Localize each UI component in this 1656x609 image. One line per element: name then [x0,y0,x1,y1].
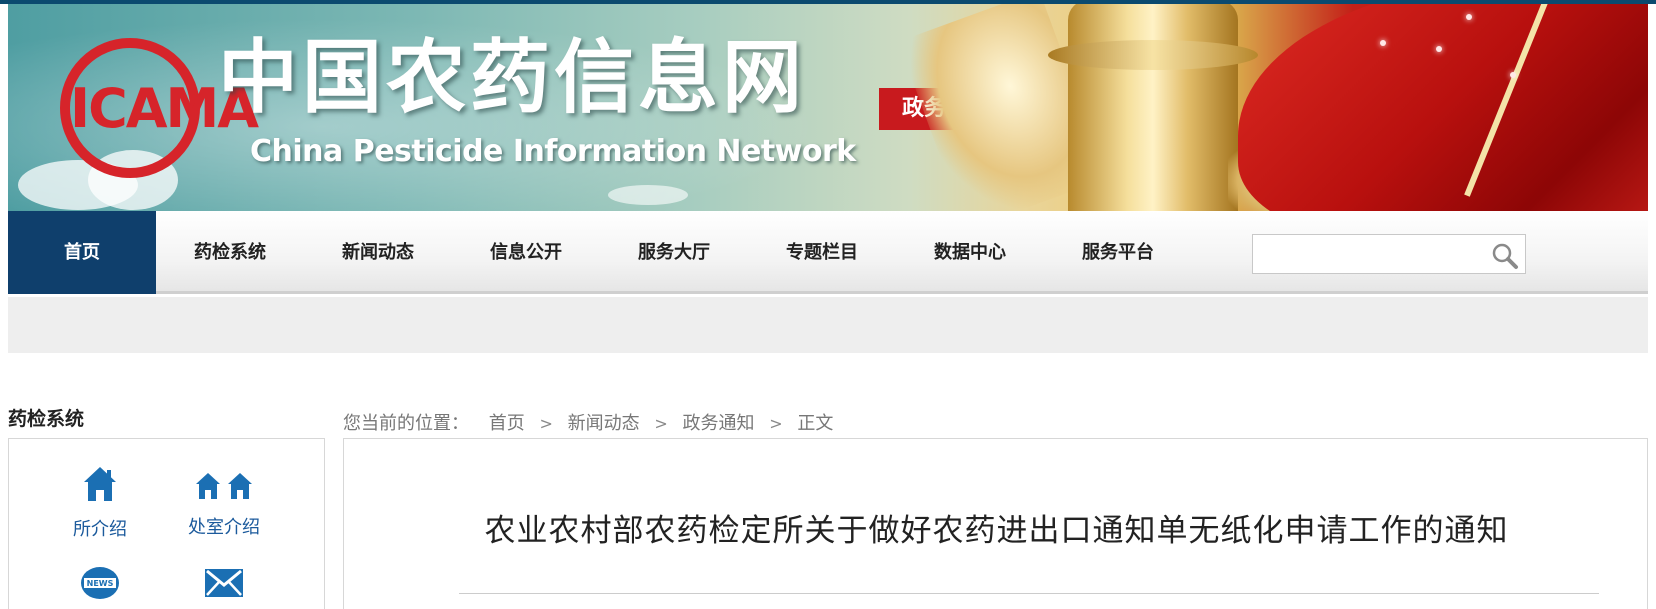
sparkle-decoration [1466,14,1472,20]
huabiao-pillar [1068,0,1238,211]
nav-item-service-hall[interactable]: 服务大厅 [600,211,748,294]
breadcrumb-item-home[interactable]: 首页 [489,413,525,434]
breadcrumb: 您当前的位置： 首页 > 新闻动态 > 政务通知 > 正文 [343,409,833,435]
breadcrumb-separator: > [654,414,668,433]
breadcrumb-item-news[interactable]: 新闻动态 [568,413,640,434]
breadcrumb-separator: > [539,414,553,433]
breadcrumb-item-current: 正文 [797,413,834,434]
banner-top-line [0,0,1656,4]
sidebar-link-label: 处室介绍 [188,517,260,538]
article-title-divider [459,593,1599,594]
sparkle-decoration [1436,46,1442,52]
huabiao-pillar-cap [1048,40,1258,70]
sparkle-decoration [1510,72,1516,78]
search-input[interactable] [1257,239,1477,269]
nav-item-pesticide-system[interactable]: 药检系统 [156,211,304,294]
dove-decoration [608,185,688,205]
nav-item-special-topics[interactable]: 专题栏目 [748,211,896,294]
sidebar-link-news[interactable]: NEWS [45,565,155,605]
nav-item-info-disclosure[interactable]: 信息公开 [452,211,600,294]
breadcrumb-lead: 您当前的位置： [343,413,469,434]
search-box [1252,234,1526,274]
sidebar-link-department-intro[interactable]: 处室介绍 [169,471,279,539]
nav-item-data-center[interactable]: 数据中心 [896,211,1044,294]
sparkle-decoration [1380,40,1386,46]
search-icon[interactable] [1491,242,1519,270]
article-title: 农业农村部农药检定所关于做好农药进出口通知单无纸化申请工作的通知 [484,513,1509,549]
icama-logo: ICAMA [70,77,259,140]
site-banner: ICAMA 中国农药信息网 China Pesticide Informatio… [8,0,1648,211]
envelope-icon [169,567,279,603]
breadcrumb-item-gov-notice[interactable]: 政务通知 [682,413,754,434]
house-icon [45,465,155,507]
site-subtitle: China Pesticide Information Network [250,134,856,169]
nav-sub-band [8,297,1648,353]
breadcrumb-separator: > [769,414,783,433]
sidebar-link-institute-intro[interactable]: 所介绍 [45,465,155,541]
sidebar-title: 药检系统 [8,408,85,430]
main-nav: 首页 药检系统 新闻动态 信息公开 服务大厅 专题栏目 数据中心 服务平台 [8,211,1648,294]
site-title: 中国农药信息网 [218,31,806,124]
nav-item-home[interactable]: 首页 [8,211,156,294]
sidebar-link-mail[interactable] [169,567,279,603]
article-panel: 农业农村部农药检定所关于做好农药进出口通知单无纸化申请工作的通知 [343,438,1648,609]
red-flag [1238,0,1648,211]
sidebar-link-label: 所介绍 [73,519,127,540]
nav-item-news[interactable]: 新闻动态 [304,211,452,294]
two-houses-icon [169,471,279,505]
nav-item-service-platform[interactable]: 服务平台 [1044,211,1192,294]
sidebar-panel: 所介绍 处室介绍 NEWS [8,438,325,609]
svg-text:NEWS: NEWS [87,579,114,588]
news-globe-icon: NEWS [45,565,155,605]
